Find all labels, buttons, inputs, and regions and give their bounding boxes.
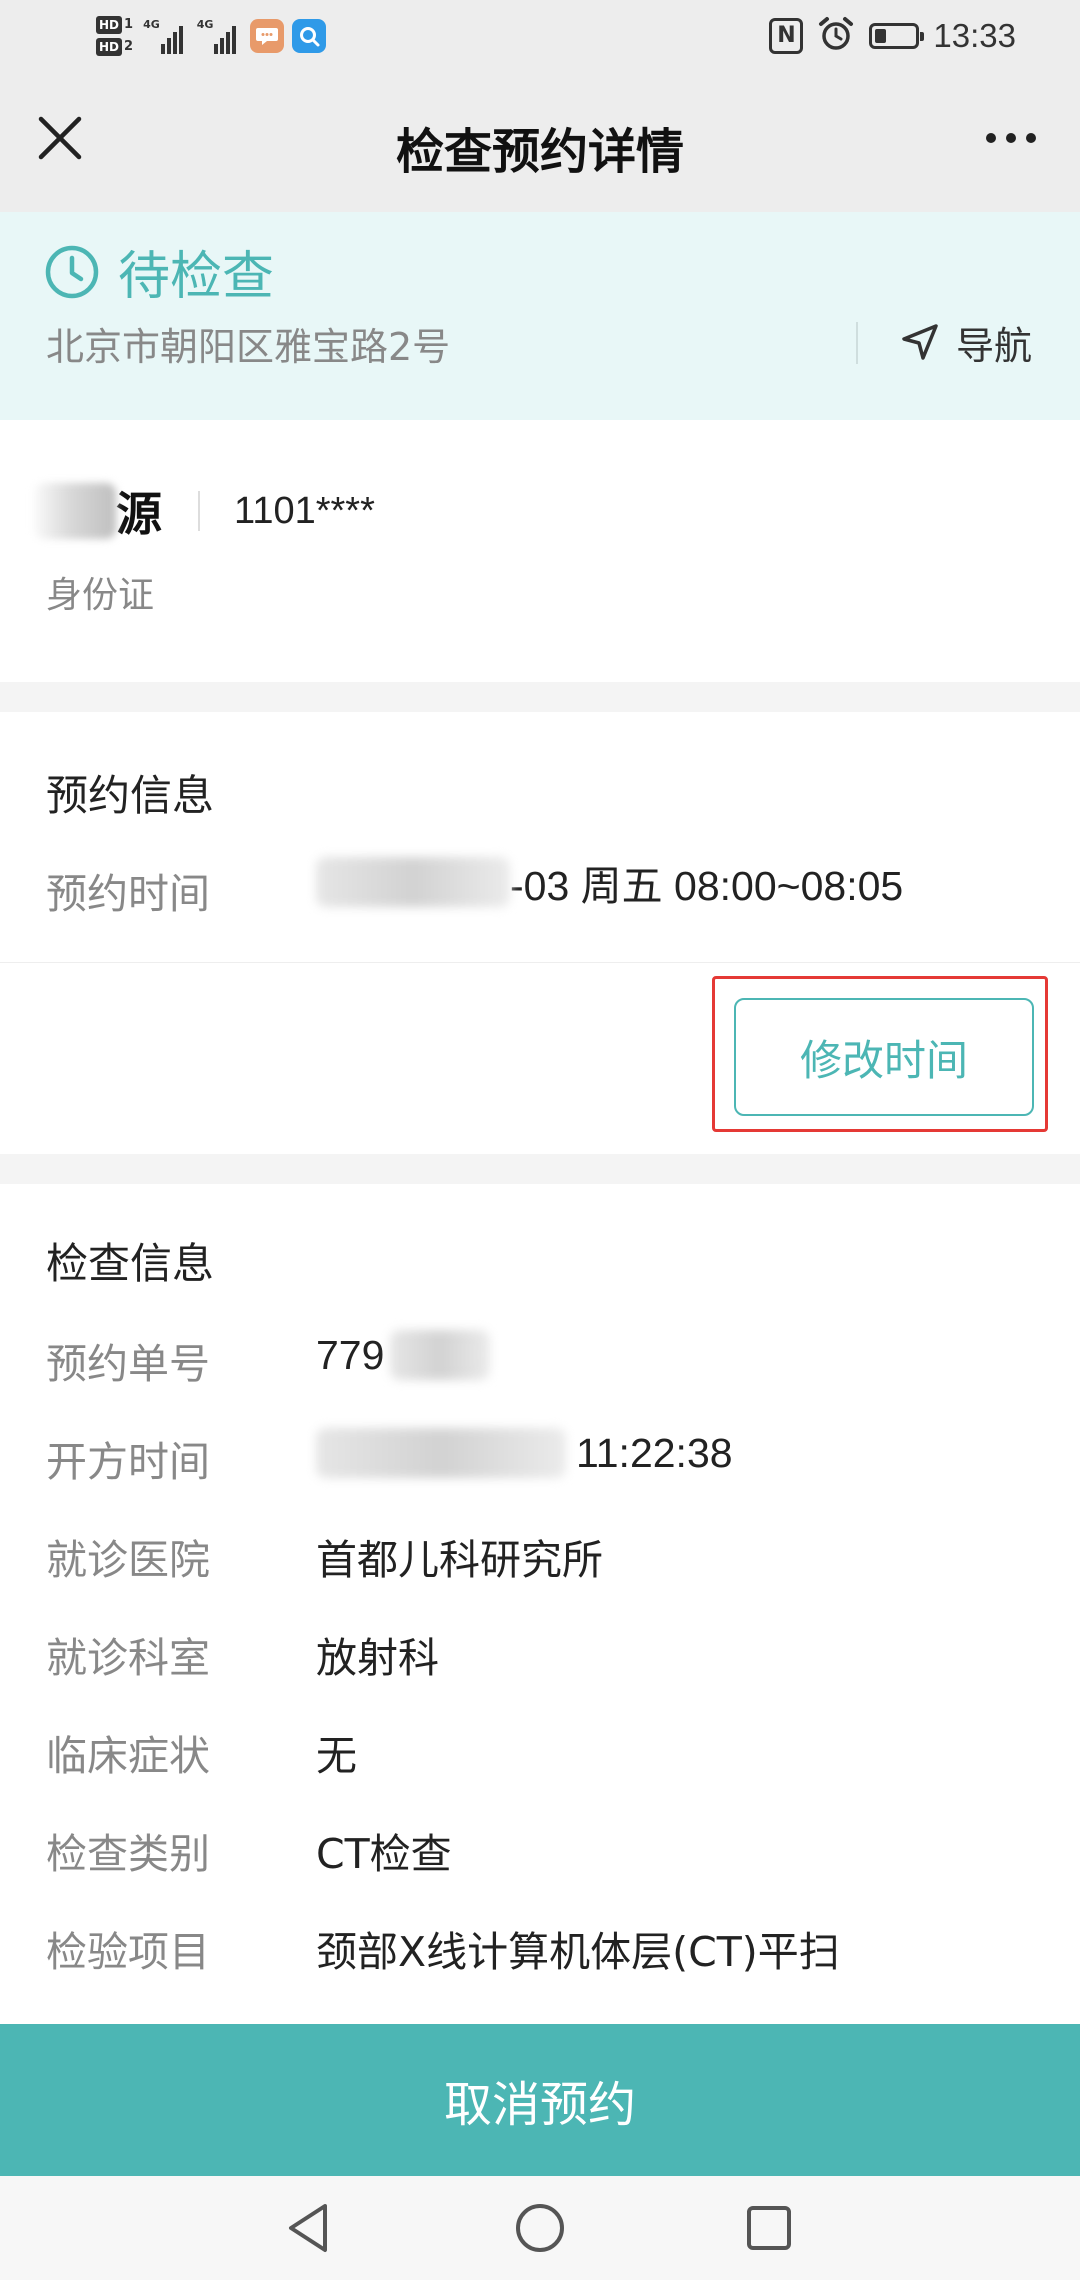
sim-number: 1	[124, 17, 134, 32]
id-type: 身份证	[46, 575, 155, 616]
exam-info-card: 检查信息 预约单号 779 开方时间 11:22:38 就诊医院 首都儿科研究所…	[0, 1184, 1080, 2024]
field-label: 就诊科室	[46, 1634, 210, 1682]
status-bar-right: N 13:33	[769, 14, 1016, 58]
field-label: 预约时间	[46, 870, 210, 918]
recents-square-icon	[747, 2206, 791, 2250]
system-navigation-bar	[0, 2176, 1080, 2280]
section-title: 检查信息	[46, 1239, 215, 1288]
clock-icon	[45, 245, 99, 298]
field-label: 就诊医院	[46, 1536, 210, 1584]
patient-card: 源 1101**** 身份证	[0, 420, 1080, 682]
battery-icon	[869, 23, 925, 49]
field-label: 检验项目	[46, 1928, 210, 1976]
home-button[interactable]	[508, 2196, 572, 2260]
name-redaction	[34, 483, 116, 539]
clinical-symptoms: 无	[316, 1732, 357, 1780]
divider	[856, 322, 858, 364]
status-text: 待检查	[118, 247, 275, 307]
back-triangle-icon	[289, 2204, 327, 2252]
signal-strength-icon: 4G	[197, 18, 239, 54]
status-banner: 待检查 北京市朝阳区雅宝路2号 导航	[0, 212, 1080, 420]
battery-level	[875, 29, 887, 43]
patient-name-row: 源 1101****	[34, 478, 375, 544]
appointment-time: -03 周五 08:00~08:05	[316, 852, 903, 912]
hospital-address: 北京市朝阳区雅宝路2号	[46, 325, 451, 369]
more-dots-icon	[986, 133, 996, 143]
hospital-name: 首都儿科研究所	[316, 1536, 603, 1584]
navigation-arrow-icon	[902, 324, 938, 360]
field-label: 检查类别	[46, 1830, 210, 1878]
patient-id-number: 1101****	[234, 489, 375, 532]
exam-status: 待检查	[44, 234, 274, 309]
date-redaction	[316, 857, 510, 907]
title-bar: 检查预约详情	[0, 72, 1080, 212]
signal-strength-icon: 4G	[143, 18, 185, 54]
date-redaction	[316, 1428, 566, 1478]
navigation-label: 导航	[956, 323, 1033, 368]
alarm-icon	[817, 15, 855, 57]
search-app-icon	[292, 19, 327, 53]
navigation-button[interactable]: 导航	[900, 312, 1032, 372]
cancel-appointment-button[interactable]: 取消预约	[0, 2024, 1080, 2176]
order-number-value: 779	[316, 1331, 385, 1378]
more-dot	[1006, 133, 1016, 143]
modify-time-button[interactable]: 修改时间	[734, 998, 1034, 1116]
nfc-icon: N	[769, 18, 804, 54]
status-bar-left: HD 1 HD 2 4G 4G	[96, 6, 334, 66]
exam-category: CT检查	[316, 1830, 452, 1878]
hd-badge: HD	[96, 38, 123, 56]
sim-number: 2	[124, 39, 134, 54]
home-circle-icon	[516, 2204, 564, 2252]
field-label: 预约单号	[46, 1340, 210, 1388]
patient-name: 源	[116, 487, 162, 541]
page-title: 检查预约详情	[395, 124, 684, 180]
message-app-icon	[250, 19, 285, 53]
sim-indicators: HD 1 HD 2	[96, 16, 133, 56]
field-label: 临床症状	[46, 1732, 210, 1780]
sim2-indicator: HD 2	[96, 38, 133, 56]
sim1-indicator: HD 1	[96, 16, 133, 34]
network-type: 4G	[196, 18, 214, 31]
prescription-time-value: 11:22:38	[576, 1429, 733, 1476]
appointment-time-value: -03 周五 08:00~08:05	[510, 863, 904, 909]
order-number-redaction	[390, 1330, 491, 1380]
divider	[198, 491, 200, 531]
status-bar: HD 1 HD 2 4G 4G N 13:33	[0, 0, 1080, 72]
recents-button[interactable]	[737, 2196, 801, 2260]
exam-item: 颈部X线计算机体层(CT)平扫	[316, 1928, 840, 1976]
appointment-card: 预约信息 预约时间 -03 周五 08:00~08:05 修改时间	[0, 712, 1080, 1154]
divider	[0, 962, 1080, 963]
back-button[interactable]	[276, 2196, 340, 2260]
more-options-button[interactable]	[966, 106, 1056, 170]
order-number: 779	[316, 1330, 491, 1380]
clock-time: 13:33	[933, 17, 1016, 54]
network-type: 4G	[143, 18, 160, 31]
prescription-time: 11:22:38	[316, 1428, 733, 1478]
hd-badge: HD	[96, 16, 123, 34]
field-label: 开方时间	[46, 1438, 210, 1486]
more-dot	[1026, 133, 1036, 143]
department: 放射科	[316, 1634, 439, 1682]
section-title: 预约信息	[46, 771, 215, 820]
